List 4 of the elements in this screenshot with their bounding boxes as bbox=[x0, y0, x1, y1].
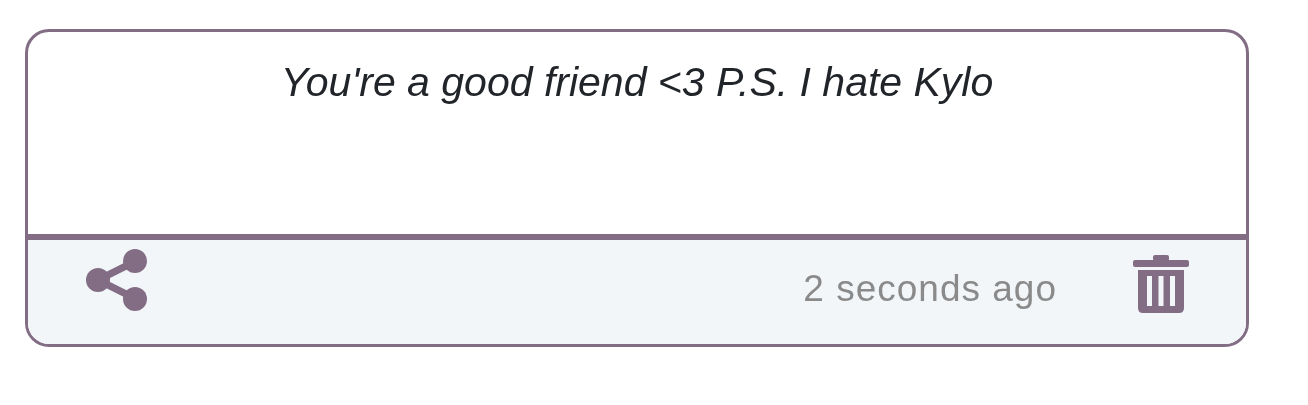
trash-icon[interactable] bbox=[1133, 255, 1189, 313]
share-icon[interactable] bbox=[86, 249, 148, 311]
timestamp: 2 seconds ago bbox=[803, 267, 1057, 312]
message-text: You're a good friend <3 P.S. I hate Kylo bbox=[280, 58, 994, 107]
